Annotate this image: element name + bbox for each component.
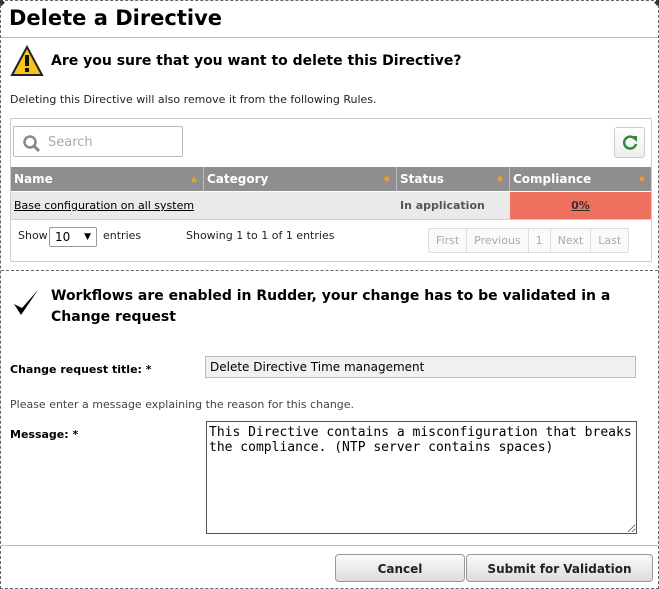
column-label: Compliance [513,172,592,186]
corner-marker: ◆ [0,0,5,8]
dialog-title: Delete a Directive [9,6,223,30]
column-label: Status [400,172,444,186]
refresh-icon [622,134,637,150]
column-header-name[interactable]: Name ▲ [11,167,204,191]
column-label: Name [14,172,53,186]
warning-icon [10,45,44,76]
rules-table-panel: Name ▲ Category ◆ Status ◆ Compliance ◆ … [10,118,652,262]
rule-name-link[interactable]: Base configuration on all system [11,192,204,219]
cr-title-input[interactable] [205,356,636,378]
pager-first[interactable]: First [429,229,468,252]
pager-last[interactable]: Last [591,229,629,252]
message-hint: Please enter a message explaining the re… [10,398,355,411]
page-size-value: 10 [55,230,71,244]
showing-info: Showing 1 to 1 of 1 entries [186,229,335,242]
table-header: Name ▲ Category ◆ Status ◆ Compliance ◆ [11,167,651,191]
submit-validation-button[interactable]: Submit for Validation [466,554,653,582]
cancel-button[interactable]: Cancel [335,554,465,582]
delete-directive-dialog: ◆ ◆ Delete a Directive Are you sure that… [0,0,659,589]
column-header-compliance[interactable]: Compliance ◆ [510,167,651,191]
search-input[interactable] [48,132,178,152]
column-header-status[interactable]: Status ◆ [397,167,510,191]
show-label: Show [18,229,48,242]
message-label: Message: * [10,428,79,441]
column-label: Category [207,172,269,186]
corner-marker: ◆ [654,0,659,8]
message-textarea[interactable]: This Directive contains a misconfigurati… [206,421,637,534]
chevron-down-icon: ▼ [84,232,91,242]
rules-info: Deleting this Directive will also remove… [10,93,377,106]
sort-icon: ◆ [496,174,503,183]
search-box[interactable] [13,126,183,157]
rule-status: In application [400,199,485,212]
pager-page[interactable]: 1 [528,229,551,252]
footer-divider [1,545,658,546]
page-size-select[interactable]: 10 ▼ [49,227,97,247]
pager-next[interactable]: Next [550,229,592,252]
cr-title-label: Change request title: * [10,363,152,376]
refresh-button[interactable] [614,127,645,158]
search-icon [23,135,41,153]
workflow-notice: Workflows are enabled in Rudder, your ch… [51,288,611,325]
section-divider [1,270,658,271]
pagination: First Previous 1 Next Last [428,228,630,253]
sort-icon: ◆ [383,174,390,183]
pager-previous[interactable]: Previous [467,229,529,252]
table-row[interactable]: Base configuration on all system In appl… [11,192,651,220]
confirm-question: Are you sure that you want to delete thi… [51,53,462,69]
rule-compliance[interactable]: 0% [510,192,651,219]
column-header-category[interactable]: Category ◆ [204,167,397,191]
rule-category [204,192,397,219]
sort-asc-icon: ▲ [190,174,197,183]
entries-label: entries [103,229,142,242]
sort-icon: ◆ [638,174,645,183]
title-divider [1,37,658,38]
checkmark-icon [14,290,38,315]
